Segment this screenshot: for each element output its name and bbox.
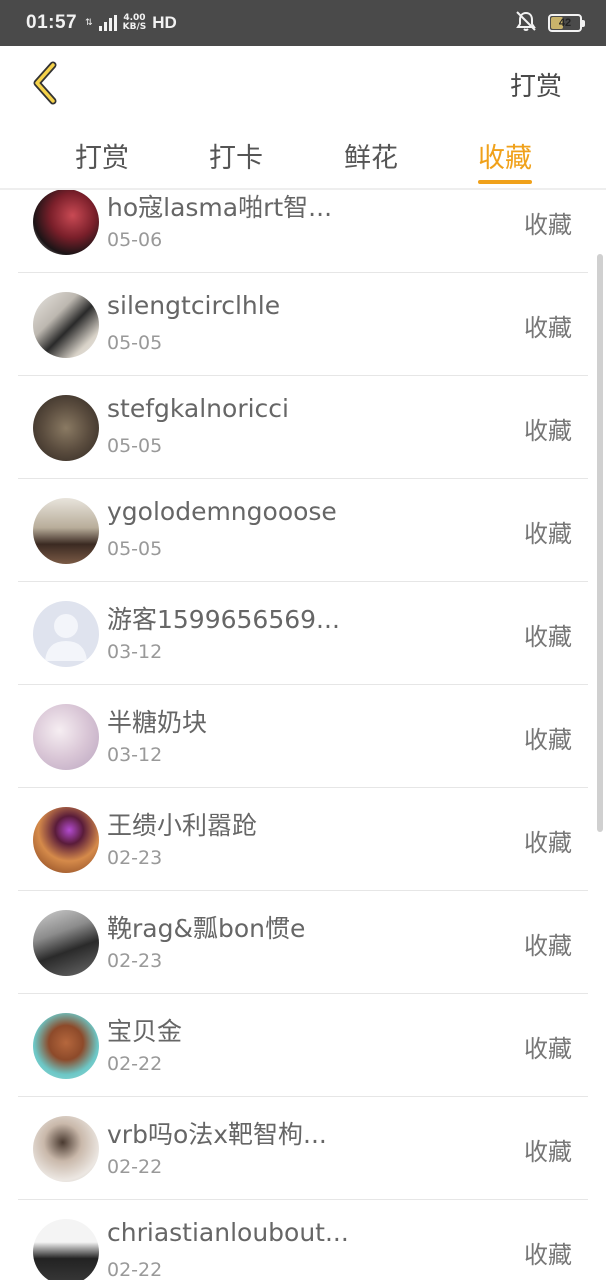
item-date: 02-23 xyxy=(107,950,163,972)
item-date: 05-05 xyxy=(107,538,163,560)
item-action: 收藏 xyxy=(524,211,572,239)
tab-label: 鲜花 xyxy=(344,143,398,174)
list-item[interactable]: silengtcirclhle 05-05 收藏 xyxy=(18,273,588,376)
tabs-divider xyxy=(0,188,606,190)
list-item[interactable]: vrb吗o法x靶智枸... 02-22 收藏 xyxy=(18,1097,588,1200)
speed-unit: KB/S xyxy=(122,22,147,32)
mute-vibrate-icon xyxy=(514,10,538,37)
avatar xyxy=(33,189,99,255)
data-arrows-icon: ⇅ xyxy=(85,17,93,28)
user-name: 半糖奶块 xyxy=(107,708,208,737)
list-item[interactable]: 游客1599656569... 03-12 收藏 xyxy=(18,582,588,685)
status-time: 01:57 xyxy=(26,12,78,33)
network-indicator: ⇅ 4.00 KB/S HD xyxy=(85,13,177,33)
battery-level: 42 xyxy=(558,17,572,29)
item-date: 03-12 xyxy=(107,744,163,766)
user-name: chriastianloubout... xyxy=(107,1218,349,1247)
avatar xyxy=(33,601,99,667)
avatar xyxy=(33,1013,99,1079)
item-date: 03-12 xyxy=(107,641,163,663)
avatar xyxy=(33,910,99,976)
item-action: 收藏 xyxy=(524,1138,572,1166)
signal-icon xyxy=(98,15,117,31)
chevron-left-icon xyxy=(33,61,57,105)
list-item[interactable]: 宝贝金 02-22 收藏 xyxy=(18,994,588,1097)
list-item[interactable]: chriastianloubout... 02-22 收藏 xyxy=(18,1200,588,1280)
list-item[interactable]: 半糖奶块 03-12 收藏 xyxy=(18,685,588,788)
favorites-list: ho寇lasma啪rt智... 05-06 收藏 silengtcirclhle… xyxy=(0,170,606,1280)
user-name: ygolodemngooose xyxy=(107,497,337,526)
item-date: 02-23 xyxy=(107,847,163,869)
user-name: ho寇lasma啪rt智... xyxy=(107,193,333,222)
user-name: 鞔rag&瓢bon惯e xyxy=(107,914,306,943)
tab-underline xyxy=(478,180,532,184)
list-item[interactable]: 王缋小利嚣跄 02-23 收藏 xyxy=(18,788,588,891)
user-name: 宝贝金 xyxy=(107,1017,183,1046)
tab-label: 收藏 xyxy=(478,143,532,174)
item-date: 05-05 xyxy=(107,435,163,457)
item-action: 收藏 xyxy=(524,623,572,651)
item-date: 02-22 xyxy=(107,1053,163,1075)
scrollbar[interactable] xyxy=(597,254,603,832)
avatar xyxy=(33,807,99,873)
item-action: 收藏 xyxy=(524,520,572,548)
avatar xyxy=(33,292,99,358)
tab-favorites[interactable]: 收藏 xyxy=(478,122,532,188)
item-date: 02-22 xyxy=(107,1156,163,1178)
user-name: stefgkalnoricci xyxy=(107,394,289,423)
battery-icon: 42 xyxy=(548,14,585,32)
tab-label: 打赏 xyxy=(75,143,129,174)
back-button[interactable] xyxy=(20,58,70,108)
avatar xyxy=(33,1219,99,1280)
item-action: 收藏 xyxy=(524,932,572,960)
item-date: 02-22 xyxy=(107,1259,163,1280)
hd-indicator: HD xyxy=(152,13,177,32)
avatar xyxy=(33,395,99,461)
user-name: vrb吗o法x靶智枸... xyxy=(107,1120,327,1149)
tab-label: 打卡 xyxy=(209,143,263,174)
item-action: 收藏 xyxy=(524,417,572,445)
tab-reward[interactable]: 打赏 xyxy=(75,122,129,188)
item-date: 05-06 xyxy=(107,229,163,251)
list-item[interactable]: ygolodemngooose 05-05 收藏 xyxy=(18,479,588,582)
avatar xyxy=(33,704,99,770)
tab-bar: 打赏 打卡 鲜花 收藏 xyxy=(0,122,606,188)
status-bar: 01:57 ⇅ 4.00 KB/S HD 42 xyxy=(0,0,606,46)
item-action: 收藏 xyxy=(524,726,572,754)
item-date: 05-05 xyxy=(107,332,163,354)
list-item[interactable]: stefgkalnoricci 05-05 收藏 xyxy=(18,376,588,479)
avatar xyxy=(33,1116,99,1182)
header: 打赏 xyxy=(0,46,606,122)
list-item[interactable]: 鞔rag&瓢bon惯e 02-23 收藏 xyxy=(18,891,588,994)
item-action: 收藏 xyxy=(524,829,572,857)
user-name: 王缋小利嚣跄 xyxy=(107,811,258,840)
item-action: 收藏 xyxy=(524,1241,572,1269)
network-speed: 4.00 KB/S xyxy=(123,14,147,32)
item-action: 收藏 xyxy=(524,314,572,342)
user-name: silengtcirclhle xyxy=(107,291,281,320)
item-action: 收藏 xyxy=(524,1035,572,1063)
default-avatar-icon xyxy=(45,614,87,661)
tab-flowers[interactable]: 鲜花 xyxy=(344,122,398,188)
user-name: 游客1599656569... xyxy=(107,605,340,634)
page-title: 打赏 xyxy=(509,72,562,102)
tab-checkin[interactable]: 打卡 xyxy=(209,122,263,188)
avatar xyxy=(33,498,99,564)
